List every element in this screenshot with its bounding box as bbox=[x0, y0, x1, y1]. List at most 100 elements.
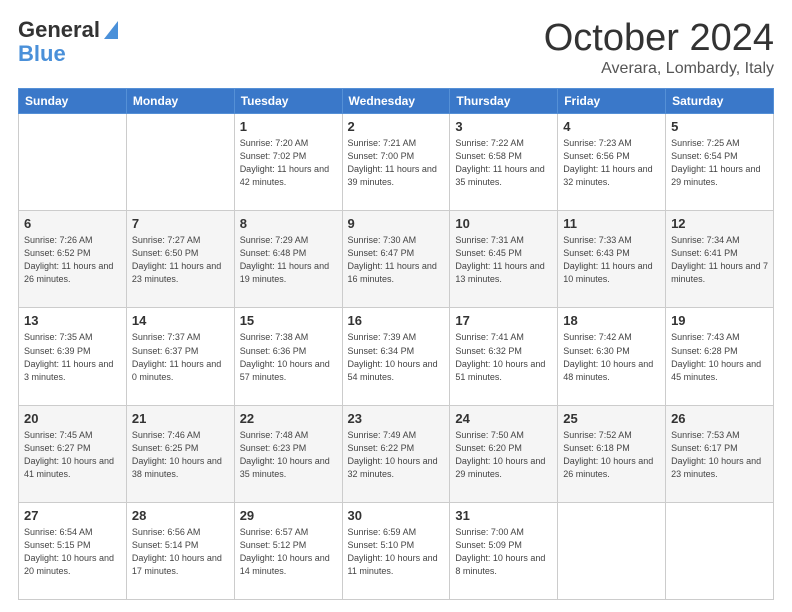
calendar-week-row: 27Sunrise: 6:54 AMSunset: 5:15 PMDayligh… bbox=[19, 502, 774, 599]
table-row: 29Sunrise: 6:57 AMSunset: 5:12 PMDayligh… bbox=[234, 502, 342, 599]
table-row: 13Sunrise: 7:35 AMSunset: 6:39 PMDayligh… bbox=[19, 308, 127, 405]
col-tuesday: Tuesday bbox=[234, 88, 342, 113]
day-number: 4 bbox=[563, 118, 660, 136]
day-number: 15 bbox=[240, 312, 337, 330]
day-number: 12 bbox=[671, 215, 768, 233]
day-number: 10 bbox=[455, 215, 552, 233]
day-number: 3 bbox=[455, 118, 552, 136]
day-number: 19 bbox=[671, 312, 768, 330]
title-block: October 2024 Averara, Lombardy, Italy bbox=[544, 18, 774, 78]
day-number: 9 bbox=[348, 215, 445, 233]
day-number: 20 bbox=[24, 410, 121, 428]
day-number: 30 bbox=[348, 507, 445, 525]
table-row bbox=[666, 502, 774, 599]
day-number: 13 bbox=[24, 312, 121, 330]
col-monday: Monday bbox=[126, 88, 234, 113]
table-row: 2Sunrise: 7:21 AMSunset: 7:00 PMDaylight… bbox=[342, 113, 450, 210]
day-number: 31 bbox=[455, 507, 552, 525]
table-row: 30Sunrise: 6:59 AMSunset: 5:10 PMDayligh… bbox=[342, 502, 450, 599]
day-info: Sunrise: 7:22 AMSunset: 6:58 PMDaylight:… bbox=[455, 137, 552, 189]
table-row: 15Sunrise: 7:38 AMSunset: 6:36 PMDayligh… bbox=[234, 308, 342, 405]
table-row: 5Sunrise: 7:25 AMSunset: 6:54 PMDaylight… bbox=[666, 113, 774, 210]
day-info: Sunrise: 6:54 AMSunset: 5:15 PMDaylight:… bbox=[24, 526, 121, 578]
day-number: 8 bbox=[240, 215, 337, 233]
day-number: 6 bbox=[24, 215, 121, 233]
day-number: 14 bbox=[132, 312, 229, 330]
day-number: 26 bbox=[671, 410, 768, 428]
day-info: Sunrise: 7:23 AMSunset: 6:56 PMDaylight:… bbox=[563, 137, 660, 189]
day-info: Sunrise: 7:30 AMSunset: 6:47 PMDaylight:… bbox=[348, 234, 445, 286]
table-row: 18Sunrise: 7:42 AMSunset: 6:30 PMDayligh… bbox=[558, 308, 666, 405]
calendar-table: Sunday Monday Tuesday Wednesday Thursday… bbox=[18, 88, 774, 600]
table-row: 14Sunrise: 7:37 AMSunset: 6:37 PMDayligh… bbox=[126, 308, 234, 405]
day-number: 24 bbox=[455, 410, 552, 428]
table-row bbox=[19, 113, 127, 210]
col-wednesday: Wednesday bbox=[342, 88, 450, 113]
day-number: 16 bbox=[348, 312, 445, 330]
table-row: 21Sunrise: 7:46 AMSunset: 6:25 PMDayligh… bbox=[126, 405, 234, 502]
day-info: Sunrise: 7:34 AMSunset: 6:41 PMDaylight:… bbox=[671, 234, 768, 286]
calendar-week-row: 6Sunrise: 7:26 AMSunset: 6:52 PMDaylight… bbox=[19, 211, 774, 308]
table-row: 19Sunrise: 7:43 AMSunset: 6:28 PMDayligh… bbox=[666, 308, 774, 405]
table-row: 26Sunrise: 7:53 AMSunset: 6:17 PMDayligh… bbox=[666, 405, 774, 502]
table-row: 20Sunrise: 7:45 AMSunset: 6:27 PMDayligh… bbox=[19, 405, 127, 502]
logo-triangle-icon bbox=[104, 21, 118, 39]
table-row: 25Sunrise: 7:52 AMSunset: 6:18 PMDayligh… bbox=[558, 405, 666, 502]
table-row: 24Sunrise: 7:50 AMSunset: 6:20 PMDayligh… bbox=[450, 405, 558, 502]
calendar-title: October 2024 bbox=[544, 18, 774, 60]
table-row: 28Sunrise: 6:56 AMSunset: 5:14 PMDayligh… bbox=[126, 502, 234, 599]
day-info: Sunrise: 7:52 AMSunset: 6:18 PMDaylight:… bbox=[563, 429, 660, 481]
col-sunday: Sunday bbox=[19, 88, 127, 113]
day-number: 25 bbox=[563, 410, 660, 428]
table-row: 31Sunrise: 7:00 AMSunset: 5:09 PMDayligh… bbox=[450, 502, 558, 599]
table-row: 11Sunrise: 7:33 AMSunset: 6:43 PMDayligh… bbox=[558, 211, 666, 308]
day-info: Sunrise: 7:43 AMSunset: 6:28 PMDaylight:… bbox=[671, 331, 768, 383]
day-info: Sunrise: 7:42 AMSunset: 6:30 PMDaylight:… bbox=[563, 331, 660, 383]
day-info: Sunrise: 7:27 AMSunset: 6:50 PMDaylight:… bbox=[132, 234, 229, 286]
table-row: 10Sunrise: 7:31 AMSunset: 6:45 PMDayligh… bbox=[450, 211, 558, 308]
day-info: Sunrise: 7:49 AMSunset: 6:22 PMDaylight:… bbox=[348, 429, 445, 481]
table-row: 12Sunrise: 7:34 AMSunset: 6:41 PMDayligh… bbox=[666, 211, 774, 308]
table-row: 1Sunrise: 7:20 AMSunset: 7:02 PMDaylight… bbox=[234, 113, 342, 210]
day-info: Sunrise: 7:37 AMSunset: 6:37 PMDaylight:… bbox=[132, 331, 229, 383]
day-info: Sunrise: 7:33 AMSunset: 6:43 PMDaylight:… bbox=[563, 234, 660, 286]
table-row: 27Sunrise: 6:54 AMSunset: 5:15 PMDayligh… bbox=[19, 502, 127, 599]
day-number: 2 bbox=[348, 118, 445, 136]
col-friday: Friday bbox=[558, 88, 666, 113]
table-row: 17Sunrise: 7:41 AMSunset: 6:32 PMDayligh… bbox=[450, 308, 558, 405]
day-number: 1 bbox=[240, 118, 337, 136]
day-number: 23 bbox=[348, 410, 445, 428]
day-info: Sunrise: 7:35 AMSunset: 6:39 PMDaylight:… bbox=[24, 331, 121, 383]
day-info: Sunrise: 7:48 AMSunset: 6:23 PMDaylight:… bbox=[240, 429, 337, 481]
logo-general: General bbox=[18, 18, 100, 42]
day-info: Sunrise: 7:21 AMSunset: 7:00 PMDaylight:… bbox=[348, 137, 445, 189]
table-row: 16Sunrise: 7:39 AMSunset: 6:34 PMDayligh… bbox=[342, 308, 450, 405]
table-row: 22Sunrise: 7:48 AMSunset: 6:23 PMDayligh… bbox=[234, 405, 342, 502]
day-info: Sunrise: 7:26 AMSunset: 6:52 PMDaylight:… bbox=[24, 234, 121, 286]
day-info: Sunrise: 6:57 AMSunset: 5:12 PMDaylight:… bbox=[240, 526, 337, 578]
day-info: Sunrise: 7:39 AMSunset: 6:34 PMDaylight:… bbox=[348, 331, 445, 383]
day-info: Sunrise: 7:53 AMSunset: 6:17 PMDaylight:… bbox=[671, 429, 768, 481]
day-info: Sunrise: 7:25 AMSunset: 6:54 PMDaylight:… bbox=[671, 137, 768, 189]
table-row: 4Sunrise: 7:23 AMSunset: 6:56 PMDaylight… bbox=[558, 113, 666, 210]
day-number: 27 bbox=[24, 507, 121, 525]
day-info: Sunrise: 6:56 AMSunset: 5:14 PMDaylight:… bbox=[132, 526, 229, 578]
col-saturday: Saturday bbox=[666, 88, 774, 113]
day-number: 29 bbox=[240, 507, 337, 525]
calendar-header-row: Sunday Monday Tuesday Wednesday Thursday… bbox=[19, 88, 774, 113]
day-info: Sunrise: 7:46 AMSunset: 6:25 PMDaylight:… bbox=[132, 429, 229, 481]
day-number: 17 bbox=[455, 312, 552, 330]
day-number: 7 bbox=[132, 215, 229, 233]
table-row: 9Sunrise: 7:30 AMSunset: 6:47 PMDaylight… bbox=[342, 211, 450, 308]
day-number: 5 bbox=[671, 118, 768, 136]
day-number: 22 bbox=[240, 410, 337, 428]
day-info: Sunrise: 7:20 AMSunset: 7:02 PMDaylight:… bbox=[240, 137, 337, 189]
day-info: Sunrise: 7:45 AMSunset: 6:27 PMDaylight:… bbox=[24, 429, 121, 481]
day-number: 11 bbox=[563, 215, 660, 233]
day-number: 28 bbox=[132, 507, 229, 525]
calendar-subtitle: Averara, Lombardy, Italy bbox=[544, 60, 774, 78]
day-info: Sunrise: 7:50 AMSunset: 6:20 PMDaylight:… bbox=[455, 429, 552, 481]
day-info: Sunrise: 7:41 AMSunset: 6:32 PMDaylight:… bbox=[455, 331, 552, 383]
header: General Blue October 2024 Averara, Lomba… bbox=[18, 18, 774, 78]
table-row: 7Sunrise: 7:27 AMSunset: 6:50 PMDaylight… bbox=[126, 211, 234, 308]
